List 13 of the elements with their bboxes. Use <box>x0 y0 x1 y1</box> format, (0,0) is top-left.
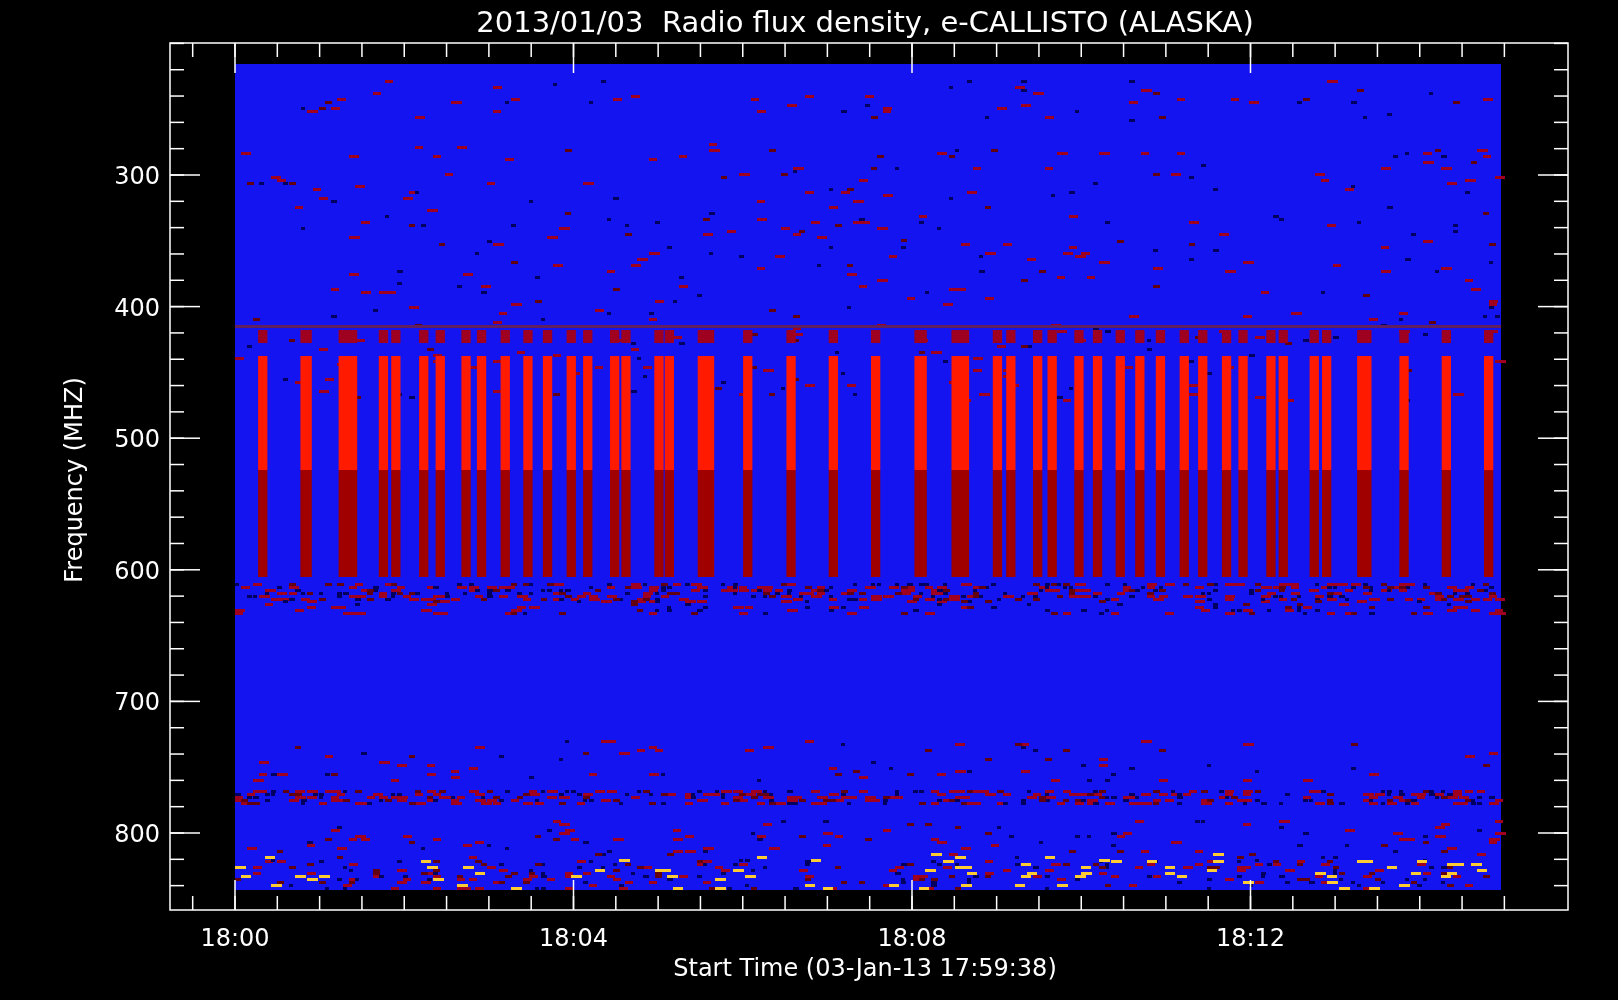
tick-label: 18:12 <box>1215 924 1286 952</box>
tick-label: 700 <box>114 688 160 717</box>
axis-label: Start Time (03-Jan-13 17:59:38) <box>673 954 1057 982</box>
tick-label: 500 <box>114 425 160 454</box>
tick-label: 18:08 <box>877 924 947 952</box>
axis-label: Frequency (MHZ) <box>60 377 88 583</box>
tick-label: 800 <box>114 820 160 848</box>
tick-label: 400 <box>114 293 160 322</box>
tick-label: 18:04 <box>538 924 609 952</box>
tick-label: 18:00 <box>200 924 270 952</box>
tick-label: 600 <box>114 556 160 585</box>
tick-label: 300 <box>114 162 160 190</box>
plot-title: 2013/01/03 Radio flux density, e-CALLISTO (ALASKA) <box>476 5 1254 39</box>
